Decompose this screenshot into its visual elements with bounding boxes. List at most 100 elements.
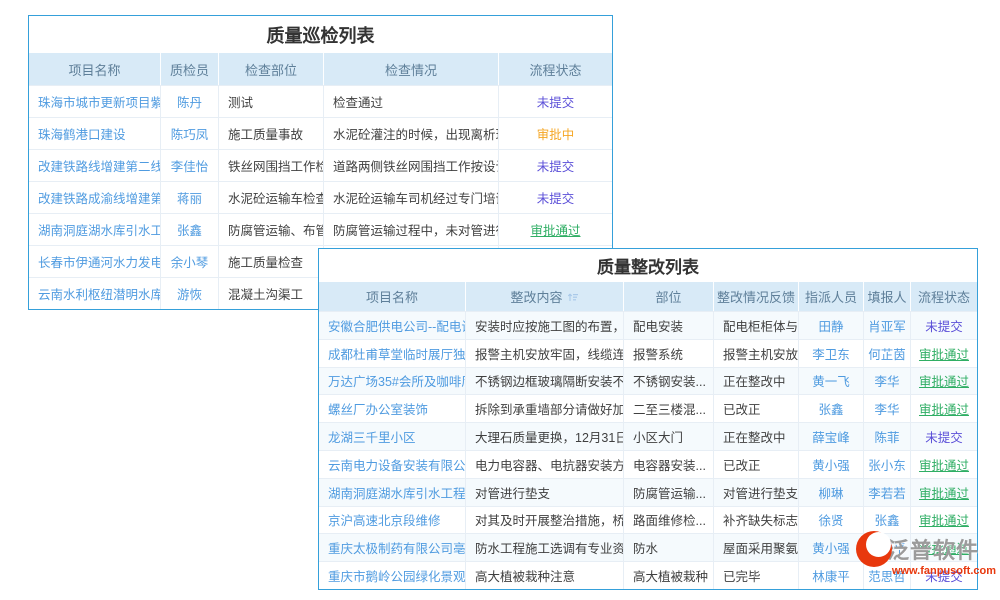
cell-reporter[interactable]: 陈菲 xyxy=(864,423,911,450)
cell-rectify-content: 安装时应按施工图的布置，将... xyxy=(466,312,624,339)
table-row: 改建铁路线增建第二线...李佳怡铁丝网围挡工作检查道路两侧铁丝网围挡工作按设计.… xyxy=(29,149,612,181)
cell-project-name[interactable]: 湖南洞庭湖水库引水工程施工标 xyxy=(319,479,466,506)
cell-project-name[interactable]: 改建铁路成渝线增建第... xyxy=(29,182,161,213)
column-header-project-name: 项目名称 xyxy=(29,53,161,85)
cell-inspector[interactable]: 李佳怡 xyxy=(161,150,219,181)
column-label: 检查部位 xyxy=(245,60,297,79)
cell-rectify-feedback: 配电柜柜体与... xyxy=(714,312,799,339)
cell-check-situation: 道路两侧铁丝网围挡工作按设计... xyxy=(324,150,499,181)
status-badge[interactable]: 审批通过 xyxy=(911,395,977,422)
cell-rectify-content: 对其及时开展整治措施，桥头... xyxy=(466,507,624,534)
column-label: 整改内容 xyxy=(510,287,562,306)
cell-rectify-content: 电力电容器、电抗器安装方案,... xyxy=(466,451,624,478)
cell-part: 报警系统 xyxy=(624,340,714,367)
column-label: 检查情况 xyxy=(385,60,437,79)
cell-project-name[interactable]: 螺丝厂办公室装饰 xyxy=(319,395,466,422)
cell-reporter[interactable]: 李华 xyxy=(864,395,911,422)
table-row: 龙湖三千里小区大理石质量更换，12月31日之...小区大门正在整改中薛宝峰陈菲未… xyxy=(319,422,977,450)
cell-project-name[interactable]: 长春市伊通河水力发电... xyxy=(29,246,161,277)
cell-rectify-feedback: 正在整改中 xyxy=(714,423,799,450)
cell-rectify-content: 不锈钢边框玻璃隔断安装不牢... xyxy=(466,368,624,395)
column-header-reporter: 填报人 xyxy=(864,282,911,311)
cell-assignee[interactable]: 李卫东 xyxy=(799,340,864,367)
cell-assignee[interactable]: 黄一飞 xyxy=(799,368,864,395)
cell-check-location: 防腐管运输、布管 xyxy=(219,214,324,245)
page: 质量巡检列表 项目名称质检员检查部位检查情况流程状态 珠海市城市更新项目紫...… xyxy=(0,0,1000,600)
column-header-check-location: 检查部位 xyxy=(219,53,324,85)
inspection-table-header: 项目名称质检员检查部位检查情况流程状态 xyxy=(29,53,612,85)
cell-check-location: 施工质量事故 xyxy=(219,118,324,149)
status-badge[interactable]: 审批通过 xyxy=(911,479,977,506)
cell-reporter[interactable]: 李华 xyxy=(864,368,911,395)
cell-project-name[interactable]: 万达广场35#会所及咖啡厅空... xyxy=(319,368,466,395)
column-header-flow-status: 流程状态 xyxy=(499,53,612,85)
status-badge[interactable]: 审批通过 xyxy=(911,368,977,395)
status-badge[interactable]: 审批通过 xyxy=(911,451,977,478)
table-row: 改建铁路成渝线增建第...蒋丽水泥砼运输车检查水泥砼运输车司机经过专门培训...… xyxy=(29,181,612,213)
cell-project-name[interactable]: 成都杜甫草堂临时展厅独立展... xyxy=(319,340,466,367)
cell-project-name[interactable]: 珠海市城市更新项目紫... xyxy=(29,86,161,117)
cell-project-name[interactable]: 京沪高速北京段维修 xyxy=(319,507,466,534)
fanpu-watermark: 泛普软件 www.fanpusoft.com xyxy=(856,529,996,577)
status-badge: 未提交 xyxy=(499,182,612,213)
cell-check-situation: 防腐管运输过程中，未对管进行... xyxy=(324,214,499,245)
cell-assignee[interactable]: 林康平 xyxy=(799,562,864,589)
table-row: 湖南洞庭湖水库引水工...张鑫防腐管运输、布管防腐管运输过程中，未对管进行...… xyxy=(29,213,612,245)
table-row: 珠海市城市更新项目紫...陈丹测试检查通过未提交 xyxy=(29,85,612,117)
table-row: 螺丝厂办公室装饰拆除到承重墙部分请做好加固...二至三楼混...已改正张鑫李华审… xyxy=(319,394,977,422)
cell-rectify-content: 报警主机安放牢固，线缆连接... xyxy=(466,340,624,367)
cell-project-name[interactable]: 湖南洞庭湖水库引水工... xyxy=(29,214,161,245)
column-label: 部位 xyxy=(655,287,681,306)
cell-assignee[interactable]: 黄小强 xyxy=(799,451,864,478)
cell-reporter[interactable]: 李若若 xyxy=(864,479,911,506)
cell-project-name[interactable]: 云南电力设备安装有限公司20... xyxy=(319,451,466,478)
cell-part: 二至三楼混... xyxy=(624,395,714,422)
cell-assignee[interactable]: 田静 xyxy=(799,312,864,339)
cell-assignee[interactable]: 薛宝峰 xyxy=(799,423,864,450)
cell-inspector[interactable]: 陈巧凤 xyxy=(161,118,219,149)
table-row: 湖南洞庭湖水库引水工程施工标对管进行垫支防腐管运输...对管进行垫支柳琳李若若审… xyxy=(319,478,977,506)
cell-part: 不锈钢安装... xyxy=(624,368,714,395)
cell-rectify-feedback: 对管进行垫支 xyxy=(714,479,799,506)
cell-inspector[interactable]: 余小琴 xyxy=(161,246,219,277)
cell-assignee[interactable]: 柳琳 xyxy=(799,479,864,506)
cell-reporter[interactable]: 何芷茵 xyxy=(864,340,911,367)
cell-rectify-content: 高大植被栽种注意 xyxy=(466,562,624,589)
cell-project-name[interactable]: 安徽合肥供电公司--配电设备... xyxy=(319,312,466,339)
column-header-rectify-content[interactable]: 整改内容 xyxy=(466,282,624,311)
table-row: 云南电力设备安装有限公司20...电力电容器、电抗器安装方案,...电容器安装.… xyxy=(319,450,977,478)
cell-part: 配电安装 xyxy=(624,312,714,339)
cell-inspector[interactable]: 张鑫 xyxy=(161,214,219,245)
cell-inspector[interactable]: 游恢 xyxy=(161,278,219,309)
cell-reporter[interactable]: 肖亚军 xyxy=(864,312,911,339)
cell-assignee[interactable]: 徐贤 xyxy=(799,507,864,534)
cell-assignee[interactable]: 黄小强 xyxy=(799,534,864,561)
cell-assignee[interactable]: 张鑫 xyxy=(799,395,864,422)
cell-check-location: 混凝土沟渠工 xyxy=(219,278,324,309)
status-badge[interactable]: 审批通过 xyxy=(499,214,612,245)
status-badge: 未提交 xyxy=(911,312,977,339)
cell-check-location: 施工质量检查 xyxy=(219,246,324,277)
cell-inspector[interactable]: 蒋丽 xyxy=(161,182,219,213)
cell-inspector[interactable]: 陈丹 xyxy=(161,86,219,117)
cell-check-location: 水泥砼运输车检查 xyxy=(219,182,324,213)
cell-check-location: 铁丝网围挡工作检查 xyxy=(219,150,324,181)
cell-project-name[interactable]: 重庆太极制药有限公司亳州中... xyxy=(319,534,466,561)
cell-reporter[interactable]: 张小东 xyxy=(864,451,911,478)
column-label: 流程状态 xyxy=(529,60,581,79)
table-row: 安徽合肥供电公司--配电设备...安装时应按施工图的布置，将...配电安装配电柜… xyxy=(319,311,977,339)
column-label: 项目名称 xyxy=(366,287,418,306)
cell-project-name[interactable]: 重庆市鹅岭公园绿化景观提升... xyxy=(319,562,466,589)
column-label: 填报人 xyxy=(867,287,906,306)
cell-rectify-feedback: 正在整改中 xyxy=(714,368,799,395)
cell-project-name[interactable]: 云南水利枢纽潜明水库... xyxy=(29,278,161,309)
status-badge[interactable]: 审批通过 xyxy=(911,340,977,367)
cell-project-name[interactable]: 改建铁路线增建第二线... xyxy=(29,150,161,181)
cell-project-name[interactable]: 龙湖三千里小区 xyxy=(319,423,466,450)
rectification-table-title: 质量整改列表 xyxy=(319,249,977,282)
cell-part: 防腐管运输... xyxy=(624,479,714,506)
column-header-rectify-feedback: 整改情况反馈 xyxy=(714,282,799,311)
column-header-flow-status: 流程状态 xyxy=(911,282,977,311)
cell-project-name[interactable]: 珠海鹤港口建设 xyxy=(29,118,161,149)
rectification-table-header: 项目名称整改内容部位整改情况反馈指派人员填报人流程状态 xyxy=(319,282,977,311)
